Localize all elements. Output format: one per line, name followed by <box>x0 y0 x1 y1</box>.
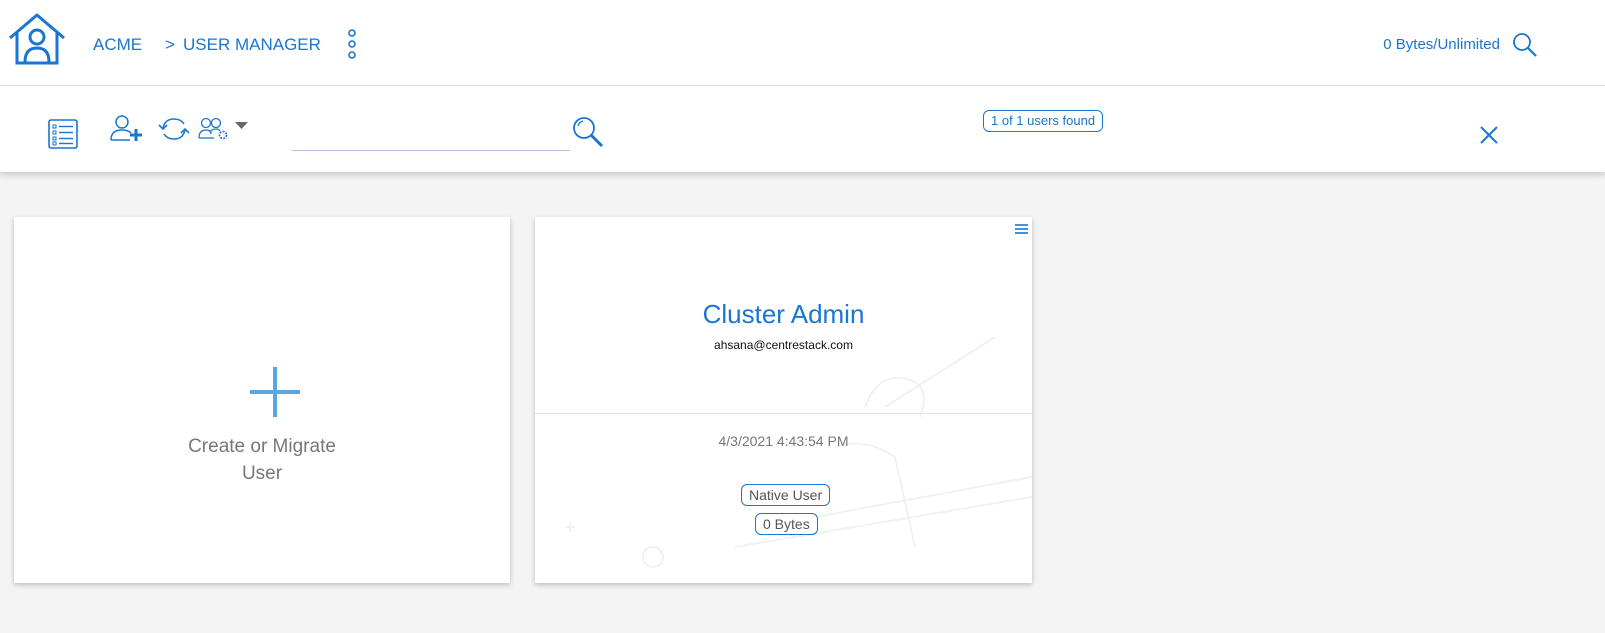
add-user-icon[interactable] <box>108 114 144 144</box>
create-label-line1: Create or Migrate <box>188 436 336 457</box>
user-email: ahsana@centrestack.com <box>714 338 853 352</box>
hamburger-menu-icon[interactable] <box>1015 223 1028 235</box>
user-group-settings-icon[interactable] <box>198 116 230 142</box>
sync-icon[interactable] <box>158 116 190 142</box>
toolbar: 1 of 1 users found <box>0 86 1605 172</box>
user-storage-badge: 0 Bytes <box>755 513 818 535</box>
search-input[interactable] <box>292 122 570 150</box>
home-user-icon[interactable] <box>6 12 68 66</box>
user-type-badge: Native User <box>741 484 831 506</box>
breadcrumb-separator: > <box>165 35 175 54</box>
breadcrumb-root[interactable]: ACME <box>93 35 142 55</box>
user-card[interactable]: Cluster Admin ahsana@centrestack.com 4/3… <box>535 217 1032 583</box>
create-migrate-user-card[interactable]: Create or Migrate User <box>14 217 510 583</box>
breadcrumb-current: USER MANAGER <box>183 35 321 54</box>
results-count-badge: 1 of 1 users found <box>983 110 1104 132</box>
user-name[interactable]: Cluster Admin <box>535 299 1032 330</box>
caret-down-icon[interactable] <box>235 122 248 130</box>
more-vertical-icon[interactable] <box>345 29 359 59</box>
storage-usage: 0 Bytes/Unlimited <box>1383 36 1500 53</box>
card-divider <box>535 413 1032 414</box>
create-migrate-label: Create or Migrate User <box>14 433 510 487</box>
plus-icon <box>250 367 300 417</box>
list-view-icon[interactable] <box>48 119 78 149</box>
search-icon[interactable] <box>1512 32 1538 58</box>
create-label-line2: User <box>241 463 283 484</box>
search-icon[interactable] <box>572 116 604 148</box>
close-icon[interactable] <box>1478 124 1500 146</box>
user-timestamp: 4/3/2021 4:43:54 PM <box>718 433 849 449</box>
search-underline <box>292 150 570 151</box>
top-bar: ACME > USER MANAGER 0 Bytes/Unlimited <box>0 0 1605 86</box>
